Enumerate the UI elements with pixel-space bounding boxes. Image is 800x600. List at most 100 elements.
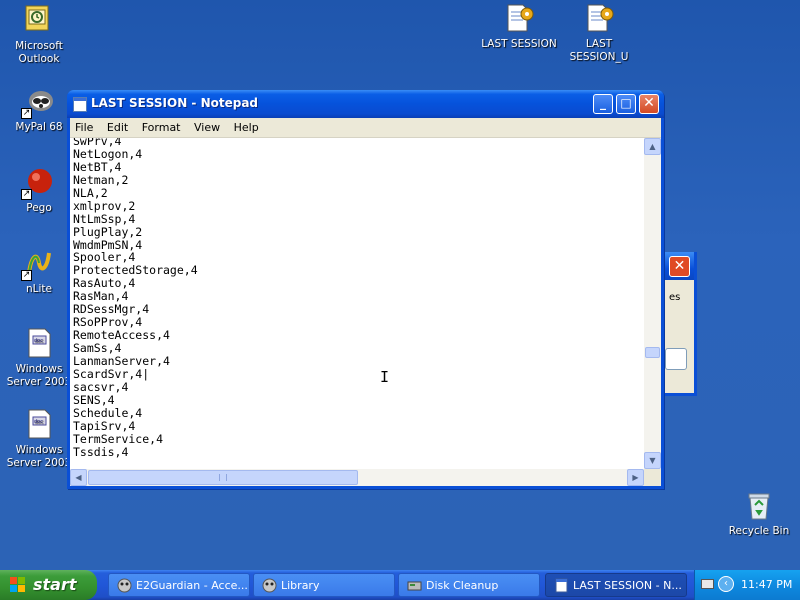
start-button[interactable]: start <box>0 570 97 600</box>
window-title: LAST SESSION - Notepad <box>91 96 259 110</box>
background-dialog-button[interactable] <box>665 348 687 370</box>
text-line: SwPrv,4 <box>73 138 122 148</box>
menu-bar: File Edit Format View Help <box>70 118 661 138</box>
menu-file[interactable]: File <box>70 118 98 138</box>
text-line: Netman,2 <box>73 172 129 187</box>
desktop-icon-nlite[interactable]: ↗ nLite <box>1 247 77 296</box>
scroll-left-button[interactable]: ◀ <box>70 469 87 486</box>
grip-icon <box>219 474 227 481</box>
notepad-icon <box>73 97 87 112</box>
close-icon[interactable]: ✕ <box>669 256 690 277</box>
desktop: Microsoft Outlook ↗ MyPal 68 ↗ Pego ↗ nL… <box>0 0 800 570</box>
windows-logo-icon <box>10 577 27 593</box>
menu-view[interactable]: View <box>189 118 225 138</box>
scroll-down-button[interactable]: ▼ <box>644 452 661 469</box>
desktop-icon-label: Windows Server 2003 <box>6 363 72 388</box>
desktop-icon-label: Recycle Bin <box>728 525 790 537</box>
start-label: start <box>33 575 77 594</box>
scrollbar-corner <box>644 469 661 486</box>
document-icon: doc <box>23 327 55 359</box>
text-line: ScardSvr,4| <box>73 366 150 381</box>
svg-text:doc: doc <box>34 419 43 425</box>
svg-text:doc: doc <box>34 338 43 344</box>
desktop-icon-mypal[interactable]: ↗ MyPal 68 <box>1 85 77 134</box>
desktop-icon-last-session[interactable]: LAST SESSION <box>481 2 557 51</box>
menu-format[interactable]: Format <box>137 118 186 138</box>
maximize-button[interactable]: □ <box>616 94 636 114</box>
vertical-scroll-thumb[interactable] <box>645 347 660 358</box>
scroll-right-button[interactable]: ▶ <box>627 469 644 486</box>
text-line: Tssdis,4 <box>73 444 129 459</box>
desktop-icon-recycle-bin[interactable]: Recycle Bin <box>721 489 797 538</box>
text-line: RasMan,4 <box>73 289 129 304</box>
desktop-icon-outlook[interactable]: Microsoft Outlook <box>1 4 77 66</box>
desktop-icon-label: LAST SESSION_U <box>569 38 629 63</box>
desktop-icon-label: nLite <box>26 283 52 295</box>
keyboard-icon[interactable] <box>701 579 714 589</box>
pego-icon: ↗ <box>21 166 55 200</box>
show-hidden-icons-button[interactable]: ‹ <box>718 576 734 592</box>
horizontal-scroll-thumb[interactable] <box>88 470 358 485</box>
text-line: LanmanServer,4 <box>73 353 170 368</box>
taskbar-item-disk-cleanup[interactable]: Disk Cleanup <box>398 573 540 597</box>
desktop-icon-label: Microsoft Outlook <box>15 40 63 65</box>
shortcut-arrow-icon: ↗ <box>21 108 32 119</box>
text-editor[interactable]: SwPrv,4 NetLogon,4 NetBT,4 Netman,2 NLA,… <box>70 138 661 486</box>
taskbar: start E2Guardian - Acce... Library Disk … <box>0 570 800 600</box>
notepad-doc-icon <box>583 2 615 34</box>
text-content[interactable]: SwPrv,4 NetLogon,4 NetBT,4 Netman,2 NLA,… <box>73 138 643 465</box>
text-cursor-icon: I <box>380 368 390 386</box>
text-line: SENS,4 <box>73 392 115 407</box>
document-icon: doc <box>23 408 55 440</box>
text-line: WmdmPmSN,4 <box>73 237 143 252</box>
text-line: SamSs,4 <box>73 341 122 355</box>
clock[interactable]: 11:47 PM <box>741 578 792 591</box>
title-bar[interactable]: LAST SESSION - Notepad _ □ ✕ <box>67 90 664 118</box>
desktop-icon-windows-server-2[interactable]: doc Windows Server 2003 <box>1 408 77 470</box>
desktop-icon-pego[interactable]: ↗ Pego <box>1 166 77 215</box>
vertical-scrollbar[interactable]: ▲ ▼ <box>644 138 661 469</box>
taskbar-item-last-session[interactable]: LAST SESSION - N... <box>545 573 687 597</box>
taskbar-item-library[interactable]: Library <box>253 573 395 597</box>
desktop-icon-last-session-u[interactable]: LAST SESSION_U <box>561 2 637 64</box>
text-line: RasAuto,4 <box>73 276 136 291</box>
shortcut-arrow-icon: ↗ <box>21 270 32 281</box>
text-line: RemoteAccess,4 <box>73 328 170 343</box>
mypal-icon: ↗ <box>21 85 55 119</box>
text-line: xmlprov,2 <box>73 198 136 213</box>
text-line: TapiSrv,4 <box>73 418 136 433</box>
desktop-icon-label: Pego <box>26 202 52 214</box>
notepad-icon <box>554 578 569 593</box>
horizontal-scrollbar[interactable]: ◀ ▶ <box>70 469 644 486</box>
desktop-icon-label: Windows Server 2003 <box>6 444 72 469</box>
taskbar-item-label: Disk Cleanup <box>426 579 499 592</box>
text-line: ProtectedStorage,4 <box>73 263 198 278</box>
taskbar-item-label: LAST SESSION - N... <box>573 579 682 592</box>
outlook-icon <box>23 4 55 36</box>
text-line: NetLogon,4 <box>73 146 143 161</box>
taskbar-item-label: Library <box>281 579 320 592</box>
close-button[interactable]: ✕ <box>639 94 659 114</box>
notepad-window[interactable]: LAST SESSION - Notepad _ □ ✕ File Edit F… <box>67 90 664 489</box>
browser-icon <box>117 578 132 593</box>
desktop-icon-windows-server-1[interactable]: doc Windows Server 2003 <box>1 327 77 389</box>
notepad-doc-icon <box>503 2 535 34</box>
desktop-icon-label: MyPal 68 <box>15 121 63 133</box>
minimize-button[interactable]: _ <box>593 94 613 114</box>
background-dialog-text: es <box>669 292 681 303</box>
system-tray: ‹ 11:47 PM <box>694 570 800 600</box>
shortcut-arrow-icon: ↗ <box>21 189 32 200</box>
text-line: NetBT,4 <box>73 159 122 174</box>
scroll-up-button[interactable]: ▲ <box>644 138 661 155</box>
menu-edit[interactable]: Edit <box>102 118 133 138</box>
disk-cleanup-icon <box>407 578 422 593</box>
browser-icon <box>262 578 277 593</box>
text-line: RDSessMgr,4 <box>73 302 150 317</box>
taskbar-item-e2guardian[interactable]: E2Guardian - Acce... <box>108 573 250 597</box>
text-line: TermService,4 <box>73 431 164 446</box>
desktop-icon-label: LAST SESSION <box>481 38 557 50</box>
text-line: PlugPlay,2 <box>73 224 143 239</box>
menu-help[interactable]: Help <box>229 118 264 138</box>
text-line: NtLmSsp,4 <box>73 211 136 226</box>
text-line: Schedule,4 <box>73 405 143 420</box>
